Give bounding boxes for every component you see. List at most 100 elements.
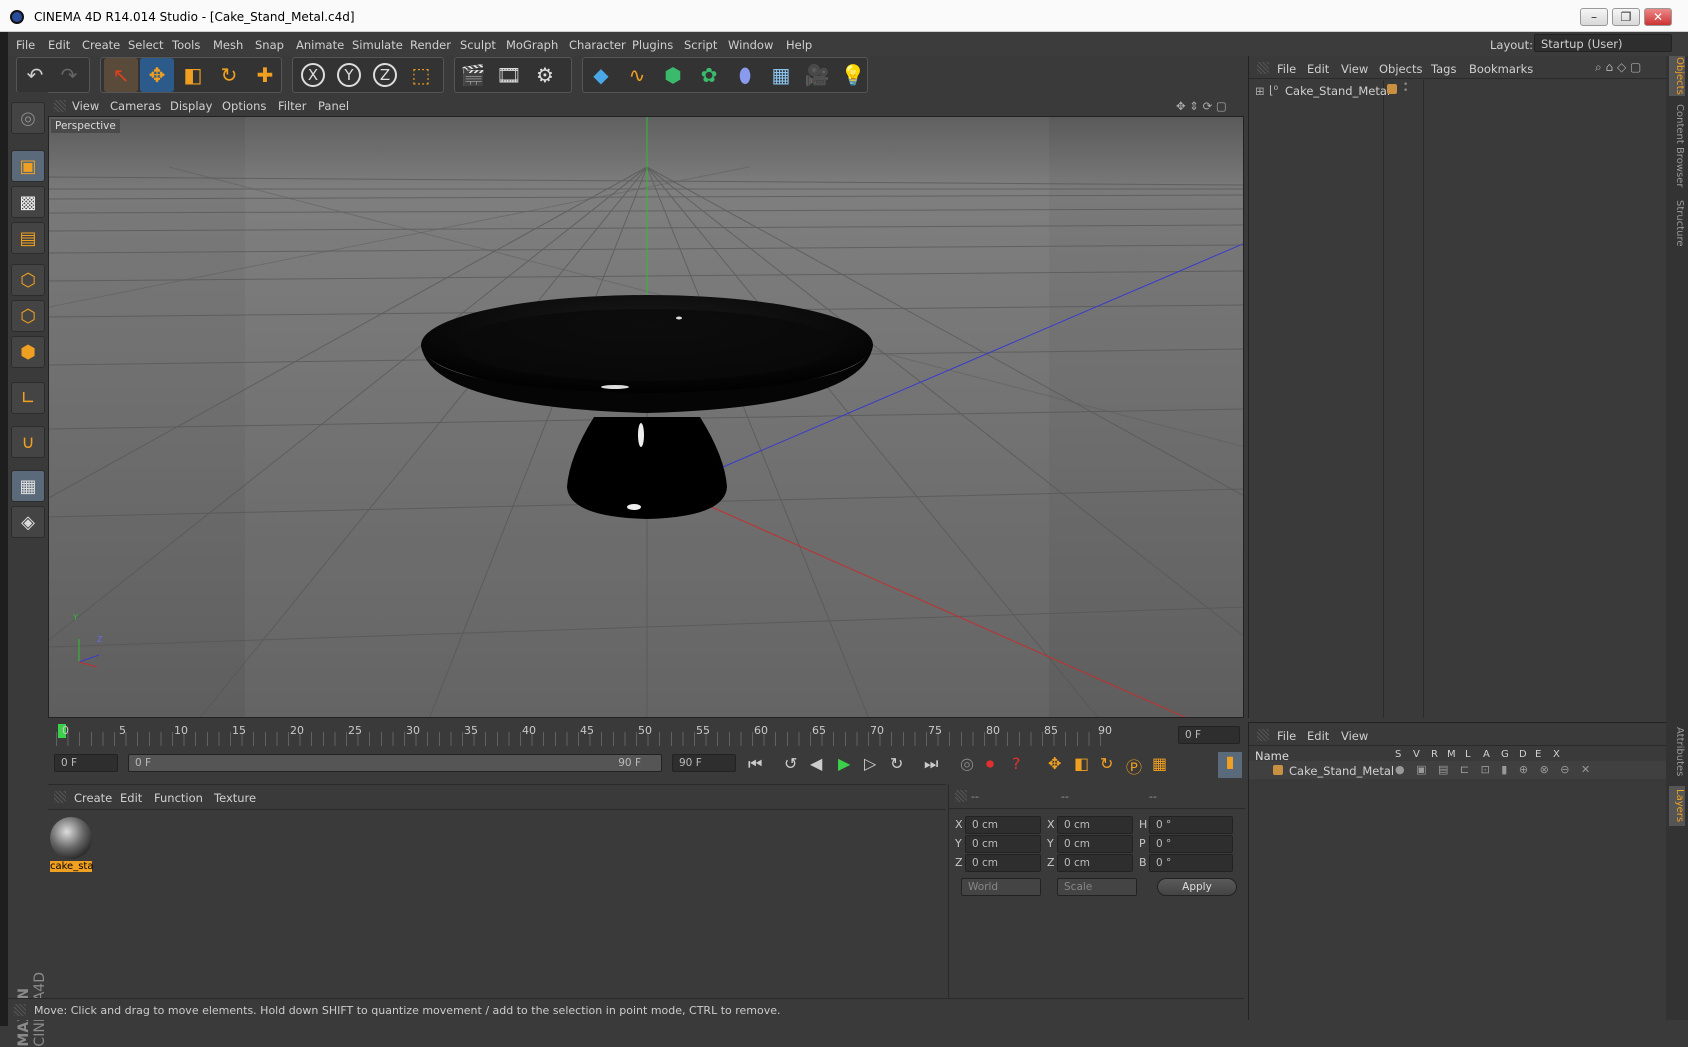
play-icon[interactable]: ▶ — [838, 754, 850, 773]
layer-toggle-icons[interactable]: ● ▣ ▤ ⊏ ⊡ ▮ ⊕ ⊗ ⊖ ✕ — [1395, 763, 1594, 776]
rotation-p-field[interactable]: 0 ° — [1149, 835, 1233, 853]
menu-snap[interactable]: Snap — [255, 38, 284, 52]
nurbs-icon[interactable]: ⬢ — [656, 58, 690, 92]
prev-key-icon[interactable]: ↺ — [784, 754, 797, 773]
z-axis-lock-icon[interactable]: Z — [368, 58, 402, 92]
end-frame-field[interactable]: 90 F — [672, 754, 736, 772]
viewport-menu-cameras[interactable]: Cameras — [110, 99, 161, 113]
key-rotation-icon[interactable]: ↻ — [1100, 754, 1113, 773]
move-tool-icon[interactable]: ✥ — [140, 58, 174, 92]
magnet-icon[interactable]: ∪ — [11, 426, 45, 458]
goto-start-icon[interactable]: ⏮ — [748, 754, 762, 774]
menu-create[interactable]: Create — [82, 38, 120, 52]
viewport-menu-panel[interactable]: Panel — [318, 99, 349, 113]
coordinate-system-icon[interactable]: ⬚ — [404, 58, 438, 92]
key-position-icon[interactable]: ✥ — [1048, 754, 1061, 773]
layer-menu-edit[interactable]: Edit — [1307, 729, 1329, 743]
light-icon[interactable]: 💡 — [836, 58, 870, 92]
layout-select[interactable]: Startup (User) — [1534, 34, 1672, 52]
edges-mode-icon[interactable]: ⬡ — [11, 300, 45, 332]
tab-content-browser[interactable]: Content Browser — [1669, 100, 1685, 192]
rotate-tool-icon[interactable]: ↻ — [212, 58, 246, 92]
points-mode-icon[interactable]: ⬡ — [11, 264, 45, 296]
perspective-viewport[interactable]: Perspective Y Z — [48, 116, 1244, 718]
key-param-icon[interactable]: Ⓟ — [1126, 754, 1142, 778]
menu-select[interactable]: Select — [128, 38, 163, 52]
key-scale-icon[interactable]: ◧ — [1074, 754, 1089, 773]
visibility-dots-icon[interactable]: • • — [1403, 81, 1408, 96]
spline-icon[interactable]: ∿ — [620, 58, 654, 92]
layer-swatch-icon[interactable] — [1273, 765, 1283, 775]
live-selection-icon[interactable]: ↖ — [104, 58, 138, 92]
frame-range-slider[interactable]: 0 F 90 F — [128, 754, 662, 772]
render-picture-viewer-icon[interactable]: 🎞 — [492, 58, 526, 92]
size-y-field[interactable]: 0 cm — [1057, 835, 1133, 853]
object-search-icon[interactable]: ⌕ ⌂ ◇ ▢ — [1595, 60, 1641, 75]
layer-color-icon[interactable] — [1387, 84, 1397, 94]
start-frame-field[interactable]: 0 F — [54, 754, 118, 772]
position-x-field[interactable]: 0 cm — [965, 816, 1041, 834]
y-axis-lock-icon[interactable]: Y — [332, 58, 366, 92]
layer-menu-file[interactable]: File — [1277, 729, 1296, 743]
coord-mode-select[interactable]: Scale — [1057, 878, 1137, 896]
layer-item-cake-stand[interactable]: Cake_Stand_Metal — [1289, 764, 1394, 778]
cube-primitive-icon[interactable]: ◆ — [584, 58, 618, 92]
menu-file[interactable]: File — [16, 38, 35, 52]
viewport-menu-display[interactable]: Display — [170, 99, 212, 113]
maximize-button[interactable]: ❐ — [1612, 8, 1640, 26]
coord-system-select[interactable]: World — [961, 878, 1041, 896]
deformer-icon[interactable]: ⬮ — [728, 58, 762, 92]
expand-icon[interactable]: ⊞ — [1255, 84, 1265, 98]
recent-tool-icon[interactable]: ✚ — [248, 58, 282, 92]
snap-icon[interactable]: ▦ — [11, 470, 45, 502]
object-menu-tags[interactable]: Tags — [1431, 62, 1456, 76]
animation-snap-icon[interactable]: ◈ — [11, 506, 45, 538]
model-mode-icon[interactable]: ▣ — [11, 150, 45, 182]
prev-frame-icon[interactable]: ◀ — [810, 754, 822, 773]
apply-button[interactable]: Apply — [1157, 878, 1237, 896]
menu-sculpt[interactable]: Sculpt — [460, 38, 496, 52]
goto-end-icon[interactable]: ⏭ — [924, 754, 938, 774]
tab-objects[interactable]: Objects — [1669, 56, 1685, 96]
material-menu-function[interactable]: Function — [154, 791, 203, 805]
position-z-field[interactable]: 0 cm — [965, 854, 1041, 872]
current-frame-field[interactable]: 0 F — [1178, 726, 1240, 744]
menu-tools[interactable]: Tools — [172, 38, 200, 52]
menu-render[interactable]: Render — [410, 38, 451, 52]
polygons-mode-icon[interactable]: ⬢ — [11, 336, 45, 368]
position-y-field[interactable]: 0 cm — [965, 835, 1041, 853]
size-z-field[interactable]: 0 cm — [1057, 854, 1133, 872]
redo-icon[interactable]: ↷ — [52, 58, 86, 92]
timeline-ruler[interactable]: 0 5 10 15 20 25 30 35 40 45 50 55 60 65 … — [48, 720, 1244, 752]
render-view-icon[interactable]: 🎬 — [456, 58, 490, 92]
material-item[interactable]: cake_sta — [50, 817, 93, 875]
object-menu-objects[interactable]: Objects — [1379, 62, 1422, 76]
material-menu-texture[interactable]: Texture — [214, 791, 256, 805]
minimize-button[interactable]: – — [1580, 8, 1608, 26]
key-pla-icon[interactable]: ▦ — [1152, 754, 1167, 773]
menu-script[interactable]: Script — [684, 38, 717, 52]
viewport-menu-filter[interactable]: Filter — [278, 99, 306, 113]
menu-simulate[interactable]: Simulate — [352, 38, 403, 52]
camera-icon[interactable]: 🎥 — [800, 58, 834, 92]
floor-icon[interactable]: ▦ — [764, 58, 798, 92]
size-x-field[interactable]: 0 cm — [1057, 816, 1133, 834]
next-key-icon[interactable]: ↻ — [890, 754, 903, 773]
material-menu-create[interactable]: Create — [74, 791, 112, 805]
menu-edit[interactable]: Edit — [48, 38, 70, 52]
menu-plugins[interactable]: Plugins — [632, 38, 673, 52]
tab-layers[interactable]: Layers — [1669, 786, 1685, 826]
keyframe-icon[interactable]: ◎ — [960, 754, 974, 773]
viewport-menu-options[interactable]: Options — [222, 99, 266, 113]
menu-window[interactable]: Window — [728, 38, 773, 52]
scale-tool-icon[interactable]: ◧ — [176, 58, 210, 92]
make-editable-icon[interactable]: ◎ — [11, 102, 45, 134]
record-icon[interactable]: ⏺ — [986, 754, 994, 774]
tab-attributes[interactable]: Attributes — [1669, 722, 1685, 782]
render-settings-icon[interactable]: ⚙ — [528, 58, 562, 92]
layer-menu-view[interactable]: View — [1341, 729, 1368, 743]
menu-help[interactable]: Help — [786, 38, 812, 52]
object-menu-view[interactable]: View — [1341, 62, 1368, 76]
workplane-icon[interactable]: ▤ — [11, 222, 45, 254]
axis-mode-icon[interactable]: ∟ — [11, 382, 45, 414]
